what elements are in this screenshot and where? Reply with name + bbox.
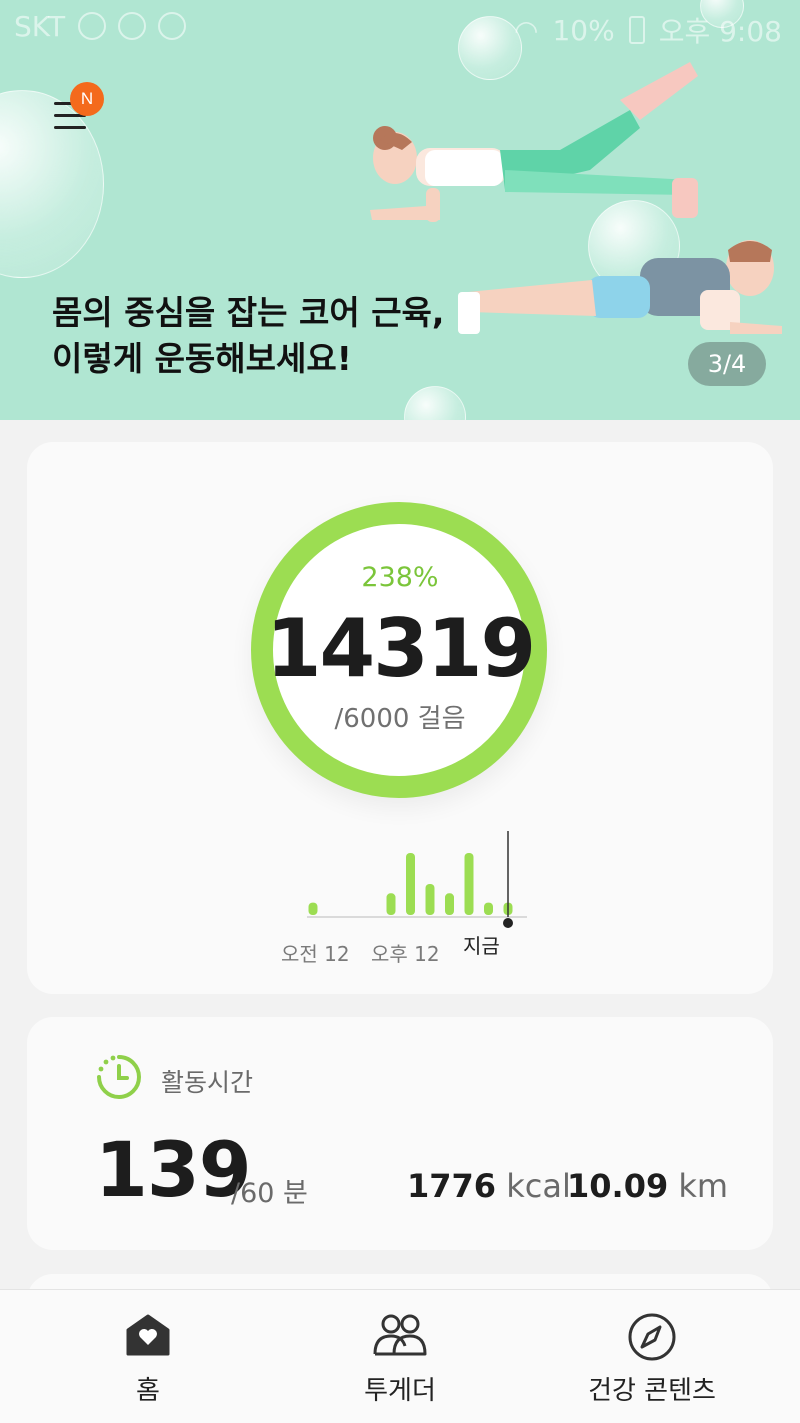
- chart-bar: [445, 893, 454, 915]
- sync-icon: [118, 12, 146, 40]
- home-icon: [126, 1314, 170, 1356]
- steps-count: 14319: [265, 602, 536, 695]
- chart-label-now: 지금: [463, 934, 500, 958]
- chart-label-am: 오전 12: [281, 942, 350, 966]
- steps-goal: /6000 걸음: [334, 704, 466, 734]
- activity-title: 활동시간: [161, 1068, 254, 1097]
- calories-value: 1776: [407, 1167, 497, 1205]
- chat-icon: [158, 12, 186, 40]
- promo-banner[interactable]: N 몸의 중심을 잡는 코어 근육, 이렇게 운동해보세요! 3/4: [0, 0, 800, 420]
- battery-percent: 10%: [552, 13, 615, 47]
- nav-together-label: 투게더: [364, 1376, 436, 1406]
- status-bar: SKT ◠ 10% 오후 9:08: [0, 0, 800, 56]
- carrier-label: SKT: [14, 10, 66, 43]
- clock: 오후 9:08: [658, 15, 782, 48]
- nav-health-content[interactable]: 건강 콘텐츠: [519, 1290, 785, 1423]
- nav-content-label: 건강 콘텐츠: [588, 1376, 716, 1406]
- chart-bar: [386, 893, 396, 915]
- activity-minutes: 139: [95, 1125, 252, 1214]
- chart-bar: [425, 884, 435, 915]
- page-indicator: 3/4: [688, 342, 766, 386]
- distance-value: 10.09: [567, 1167, 669, 1205]
- calories-stat: 1776 kcal: [407, 1167, 571, 1205]
- wifi-icon: ◠: [514, 13, 539, 47]
- music-icon: [78, 12, 106, 40]
- new-badge: N: [70, 82, 104, 116]
- now-marker-dot: [503, 918, 513, 928]
- calories-unit: kcal: [506, 1167, 571, 1205]
- chart-bar: [406, 853, 415, 915]
- compass-icon: [628, 1313, 676, 1361]
- people-icon: [373, 1314, 427, 1356]
- battery-icon: [628, 16, 645, 44]
- notification-icons: [78, 12, 186, 40]
- chart-bar: [464, 853, 474, 915]
- chart-label-pm: 오후 12: [371, 942, 440, 966]
- steps-card[interactable]: 238% 14319 /6000 걸음 오전 12 오후 12 지금: [27, 442, 773, 994]
- chart-bar: [484, 902, 493, 915]
- hourly-steps-chart: [307, 831, 527, 928]
- distance-unit: km: [678, 1167, 729, 1205]
- steps-percent: 238%: [361, 562, 439, 593]
- activity-card[interactable]: 활동시간 139 /60 분 1776 kcal 10.09 km: [27, 1017, 773, 1250]
- distance-stat: 10.09 km: [567, 1167, 728, 1205]
- activity-clock-icon: [97, 1055, 141, 1099]
- chart-bar: [308, 902, 318, 915]
- nav-home[interactable]: 홈: [15, 1290, 281, 1423]
- bottom-navigation: 홈 투게더 건강 콘텐츠: [0, 1289, 800, 1423]
- nav-home-label: 홈: [136, 1376, 160, 1406]
- nav-together[interactable]: 투게더: [267, 1290, 533, 1423]
- banner-title: 몸의 중심을 잡는 코어 근육, 이렇게 운동해보세요!: [52, 293, 445, 378]
- activity-goal: /60 분: [231, 1178, 308, 1209]
